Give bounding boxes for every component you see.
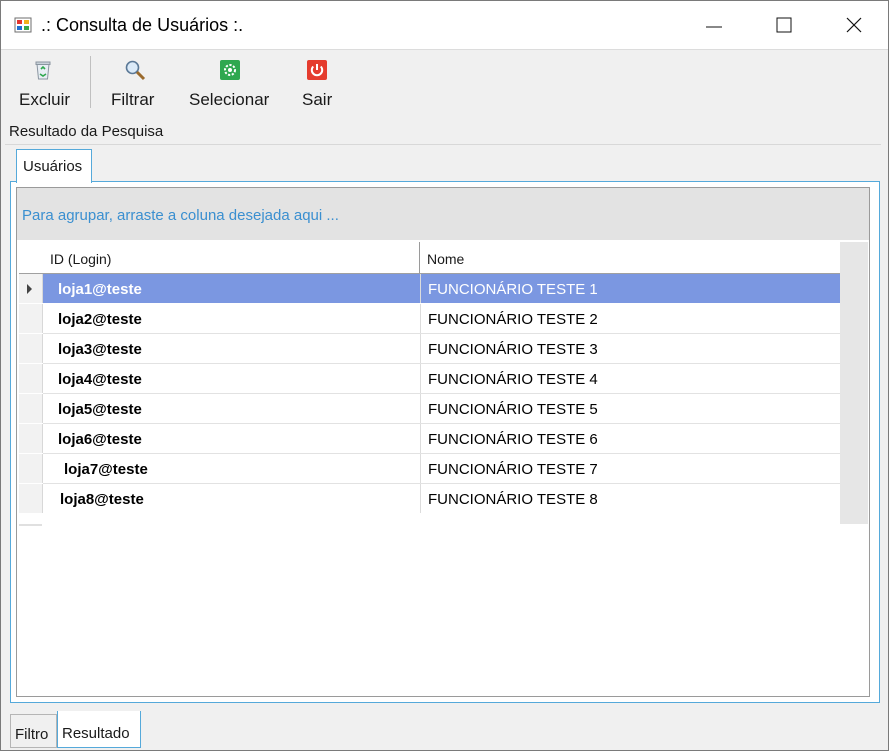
tab-resultado-label: Resultado (62, 725, 130, 742)
row-selector[interactable] (19, 454, 43, 483)
row-selector-end (19, 524, 42, 526)
minimize-icon (706, 26, 722, 28)
filtrar-button[interactable]: Filtrar (104, 56, 170, 110)
tab-filtro[interactable]: Filtro (10, 714, 57, 748)
recycle-bin-icon (35, 61, 51, 80)
cell-nome-text: FUNCIONÁRIO TESTE 8 (428, 491, 598, 508)
minimize-button[interactable] (680, 1, 748, 49)
cell-nome-text: FUNCIONÁRIO TESTE 5 (428, 401, 598, 418)
toolbar: Excluir Filtrar Selecionar Sair (1, 49, 888, 115)
sair-button[interactable]: Sair (295, 56, 341, 110)
magnifier-icon (125, 60, 146, 81)
group-divider (5, 144, 881, 145)
cell-nome[interactable]: FUNCIONÁRIO TESTE 1 (421, 274, 840, 303)
row-selector[interactable] (19, 484, 43, 513)
sair-label: Sair (302, 90, 333, 109)
cell-nome[interactable]: FUNCIONÁRIO TESTE 2 (421, 304, 840, 333)
cell-id[interactable]: loja1@teste (43, 274, 421, 303)
cell-id[interactable]: loja7@teste (43, 454, 421, 483)
cell-id[interactable]: loja2@teste (43, 304, 421, 333)
cell-nome[interactable]: FUNCIONÁRIO TESTE 3 (421, 334, 840, 363)
table-row[interactable]: loja7@teste FUNCIONÁRIO TESTE 7 (19, 454, 840, 484)
select-gear-icon (220, 60, 240, 80)
table-row[interactable]: loja3@teste FUNCIONÁRIO TESTE 3 (19, 334, 840, 364)
cell-nome-text: FUNCIONÁRIO TESTE 3 (428, 341, 598, 358)
app-window-icon (14, 17, 32, 33)
cell-id[interactable]: loja4@teste (43, 364, 421, 393)
cell-nome-text: FUNCIONÁRIO TESTE 7 (428, 461, 598, 478)
tab-resultado[interactable]: Resultado (57, 711, 141, 748)
table-row[interactable]: loja2@teste FUNCIONÁRIO TESTE 2 (19, 304, 840, 334)
column-header-id[interactable]: ID (Login) (43, 242, 420, 274)
close-icon (846, 17, 862, 33)
power-icon (307, 60, 327, 80)
cell-id-text: loja4@teste (58, 371, 142, 388)
table-row[interactable]: loja1@teste FUNCIONÁRIO TESTE 1 (19, 274, 840, 304)
close-button[interactable] (820, 1, 888, 49)
tab-filtro-label: Filtro (15, 726, 49, 743)
row-selector[interactable] (19, 424, 43, 453)
cell-nome[interactable]: FUNCIONÁRIO TESTE 4 (421, 364, 840, 393)
selecionar-label: Selecionar (189, 90, 270, 109)
tab-panel: Para agrupar, arraste a coluna desejada … (10, 181, 880, 703)
cell-nome[interactable]: FUNCIONÁRIO TESTE 7 (421, 454, 840, 483)
tab-usuarios-label: Usuários (23, 158, 83, 175)
cell-id[interactable]: loja3@teste (43, 334, 421, 363)
cell-nome-text: FUNCIONÁRIO TESTE 4 (428, 371, 598, 388)
cell-id-text: loja2@teste (58, 311, 142, 328)
group-by-panel[interactable]: Para agrupar, arraste a coluna desejada … (17, 188, 869, 240)
row-selector[interactable] (19, 304, 43, 333)
title-bar: .: Consulta de Usuários :. (1, 1, 888, 49)
row-selector[interactable] (19, 334, 43, 363)
cell-id-text: loja1@teste (58, 281, 142, 298)
cell-nome-text: FUNCIONÁRIO TESTE 1 (428, 281, 598, 298)
cell-id-text: loja8@teste (60, 491, 144, 508)
maximize-icon (776, 17, 792, 33)
tab-usuarios[interactable]: Usuários (16, 149, 92, 183)
grid-right-gutter (840, 242, 868, 524)
cell-id-text: loja5@teste (58, 401, 142, 418)
column-header-id-label: ID (Login) (50, 251, 112, 267)
group-by-hint: Para agrupar, arraste a coluna desejada … (22, 207, 339, 224)
cell-id[interactable]: loja5@teste (43, 394, 421, 423)
excluir-label: Excluir (19, 90, 71, 109)
cell-id-text: loja3@teste (58, 341, 142, 358)
cell-id[interactable]: loja8@teste (43, 484, 421, 513)
filtrar-label: Filtrar (111, 90, 155, 109)
toolbar-separator (90, 56, 91, 108)
cell-nome-text: FUNCIONÁRIO TESTE 2 (428, 311, 598, 328)
group-label: Resultado da Pesquisa (9, 123, 164, 140)
column-header-nome-label: Nome (427, 251, 465, 267)
cell-id-text: loja6@teste (58, 431, 142, 448)
header-row-selector (19, 242, 44, 274)
row-selector[interactable] (19, 274, 43, 303)
cell-id[interactable]: loja6@teste (43, 424, 421, 453)
maximize-button[interactable] (750, 1, 818, 49)
result-area: Resultado da Pesquisa Usuários Para agru… (1, 114, 888, 750)
column-header-nome[interactable]: Nome (420, 242, 841, 274)
table-row[interactable]: loja4@teste FUNCIONÁRIO TESTE 4 (19, 364, 840, 394)
excluir-button[interactable]: Excluir (11, 56, 81, 110)
bottom-tab-strip: Filtro Resultado (1, 711, 888, 750)
cell-nome[interactable]: FUNCIONÁRIO TESTE 8 (421, 484, 840, 513)
data-grid: Para agrupar, arraste a coluna desejada … (16, 187, 870, 697)
row-selector[interactable] (19, 394, 43, 423)
table-row[interactable]: loja8@teste FUNCIONÁRIO TESTE 8 (19, 484, 840, 514)
cell-nome[interactable]: FUNCIONÁRIO TESTE 5 (421, 394, 840, 423)
cell-nome[interactable]: FUNCIONÁRIO TESTE 6 (421, 424, 840, 453)
window-title: .: Consulta de Usuários :. (41, 15, 244, 35)
cell-id-text: loja7@teste (64, 461, 148, 478)
selecionar-button[interactable]: Selecionar (183, 56, 279, 110)
row-selector[interactable] (19, 364, 43, 393)
table-row[interactable]: loja5@teste FUNCIONÁRIO TESTE 5 (19, 394, 840, 424)
cell-nome-text: FUNCIONÁRIO TESTE 6 (428, 431, 598, 448)
app-window: .: Consulta de Usuários :. Excluir Filtr… (0, 0, 889, 751)
table-row[interactable]: loja6@teste FUNCIONÁRIO TESTE 6 (19, 424, 840, 454)
current-row-arrow-icon (27, 284, 32, 294)
